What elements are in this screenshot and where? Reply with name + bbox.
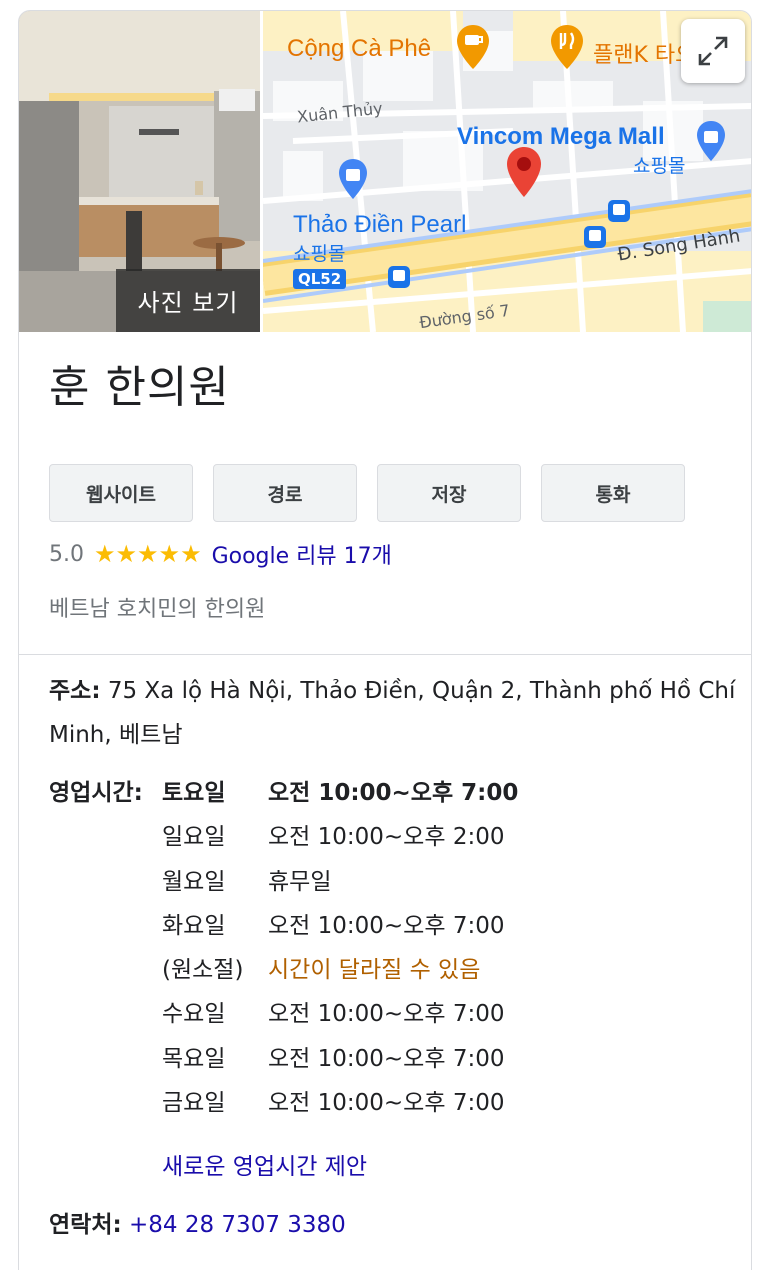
rating-row: 5.0 ★★★★★ Google 리뷰 17개 xyxy=(49,537,392,571)
place-category: 베트남 호치민의 한의원 xyxy=(49,597,266,622)
call-button[interactable]: 통화 xyxy=(541,464,685,522)
hours-day: 월요일 xyxy=(162,868,226,895)
phone-link[interactable]: +84 28 7307 3380 xyxy=(129,1212,346,1238)
map-label-thao-dien[interactable]: Thảo Điền Pearl xyxy=(293,211,466,239)
contact-label: 연락처: xyxy=(49,1212,122,1238)
bus-stop-icon[interactable] xyxy=(583,225,607,249)
rating-value: 5.0 xyxy=(49,541,84,567)
hours-row: 화요일 오전 10:00~오후 7:00 xyxy=(162,904,622,948)
knowledge-panel: 사진 보기 Cộng Cà Phê 플랜K 타오디엔 Xuân Thủy Vin… xyxy=(18,10,752,1270)
hours-day: 목요일 xyxy=(162,1045,226,1072)
bus-stop-icon[interactable] xyxy=(387,265,411,289)
hours-day: 토요일 xyxy=(162,780,226,806)
hours-day: (원소절) xyxy=(162,957,244,984)
suggest-hours-link[interactable]: 새로운 영업시간 제안 xyxy=(162,1145,367,1189)
map-label-thao-dien-sub: 쇼핑몰 xyxy=(293,243,346,265)
cafe-icon[interactable] xyxy=(455,23,491,71)
hours-row: 목요일 오전 10:00~오후 7:00 xyxy=(162,1037,622,1081)
google-reviews-link[interactable]: Google 리뷰 17개 xyxy=(212,538,392,570)
hours-row: 토요일 오전 10:00~오후 7:00 xyxy=(162,771,622,815)
hours-day: 금요일 xyxy=(162,1090,226,1117)
hours-row: 금요일 오전 10:00~오후 7:00 xyxy=(162,1081,622,1125)
map-label-ql52: QL52 xyxy=(293,269,347,289)
map-label-cafe[interactable]: Cộng Cà Phê xyxy=(287,35,431,63)
place-photo[interactable]: 사진 보기 xyxy=(19,11,260,332)
save-button[interactable]: 저장 xyxy=(377,464,521,522)
expand-map-button[interactable] xyxy=(681,19,745,83)
map-label-vincom[interactable]: Vincom Mega Mall xyxy=(457,123,665,151)
action-buttons: 웹사이트 경로 저장 통화 xyxy=(49,464,685,522)
directions-button[interactable]: 경로 xyxy=(213,464,357,522)
hours-time: 오전 10:00~오후 7:00 xyxy=(268,1045,505,1072)
hours-row-holiday: (원소절) 시간이 달라질 수 있음 xyxy=(162,948,622,992)
expand-icon xyxy=(698,36,728,66)
hours-time: 오전 10:00~오후 7:00 xyxy=(268,1001,505,1028)
hours-day: 화요일 xyxy=(162,912,226,939)
hours-table: 토요일 오전 10:00~오후 7:00 일요일 오전 10:00~오후 2:0… xyxy=(162,771,622,1125)
hours-time: 오전 10:00~오후 7:00 xyxy=(268,780,519,806)
hours-label[interactable]: 영업시간: xyxy=(49,771,143,815)
shopping-icon[interactable] xyxy=(695,119,727,163)
bus-stop-icon[interactable] xyxy=(607,199,631,223)
hours-time: 휴무일 xyxy=(268,868,332,895)
hours-row: 수요일 오전 10:00~오후 7:00 xyxy=(162,992,622,1036)
hours-warning: 시간이 달라질 수 있음 xyxy=(268,957,481,984)
hours-row: 월요일 휴무일 xyxy=(162,860,622,904)
hours-day: 수요일 xyxy=(162,1001,226,1028)
hours-time: 오전 10:00~오후 2:00 xyxy=(268,824,505,851)
website-button[interactable]: 웹사이트 xyxy=(49,464,193,522)
star-rating-icon: ★★★★★ xyxy=(94,540,202,568)
location-pin-icon xyxy=(507,147,541,197)
address-label: 주소: xyxy=(49,678,101,704)
contact-row: 연락처: +84 28 7307 3380 xyxy=(49,1203,346,1247)
hours-day: 일요일 xyxy=(162,824,226,851)
restaurant-icon[interactable] xyxy=(549,23,585,71)
media-strip: 사진 보기 Cộng Cà Phê 플랜K 타오디엔 Xuân Thủy Vin… xyxy=(19,11,751,332)
map-label-vincom-sub: 쇼핑몰 xyxy=(633,155,686,177)
address-row: 주소: 75 Xa lộ Hà Nội, Thảo Điền, Quận 2, … xyxy=(49,669,739,757)
place-name: 훈 한의원 xyxy=(49,362,230,413)
hours-row: 일요일 오전 10:00~오후 2:00 xyxy=(162,815,622,859)
divider xyxy=(19,654,751,655)
hours-time: 오전 10:00~오후 7:00 xyxy=(268,912,505,939)
map-preview[interactable]: Cộng Cà Phê 플랜K 타오디엔 Xuân Thủy Vincom Me… xyxy=(263,11,751,332)
hours-time: 오전 10:00~오후 7:00 xyxy=(268,1090,505,1117)
shopping-icon-thao-dien[interactable] xyxy=(337,157,369,201)
address-value[interactable]: 75 Xa lộ Hà Nội, Thảo Điền, Quận 2, Thàn… xyxy=(49,678,735,748)
view-photos-button[interactable]: 사진 보기 xyxy=(116,269,260,332)
